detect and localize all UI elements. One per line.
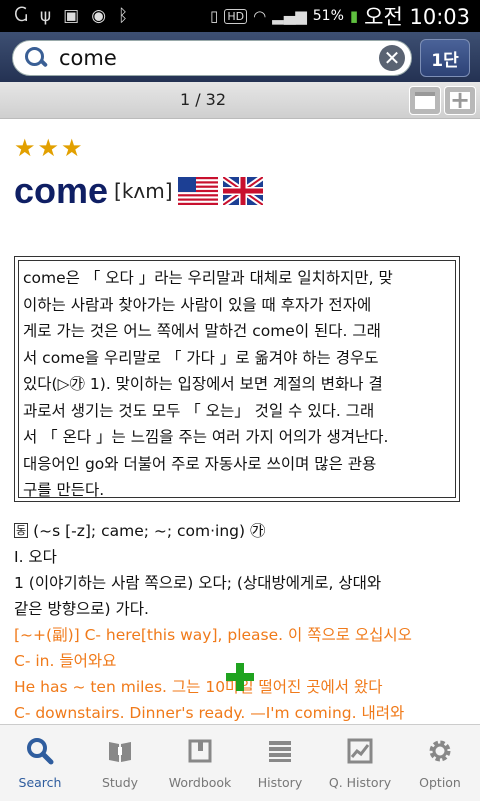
- signal-icon: ▂▄▆: [272, 7, 307, 25]
- search-input[interactable]: [57, 45, 371, 71]
- usage-note-line: 있다(▷㉮ 1). 맞이하는 입장에서 보면 계절의 변화나 결: [23, 375, 383, 393]
- menu-g-icon: Ⴚ: [14, 5, 28, 26]
- book-icon: [109, 742, 131, 762]
- usage-note-line: 이하는 사람과 찾아가는 사람이 있을 때 후자가 전자에: [23, 295, 372, 314]
- vibrate-icon: ▯: [210, 7, 219, 25]
- chart-icon: [347, 738, 373, 764]
- pager-bar: 1 / 32 +: [0, 82, 480, 119]
- headword-row: come [kʌm]: [14, 170, 263, 212]
- headword: come: [14, 170, 109, 211]
- sense-1-line: 1 (이야기하는 사람 쪽으로) 오다; (상대방에게로, 상대와: [14, 574, 382, 592]
- hd-icon: HD: [224, 8, 248, 24]
- clear-icon[interactable]: ✕: [379, 45, 405, 71]
- nav-label: Search: [18, 775, 62, 790]
- battery-percent: 51%: [312, 8, 344, 24]
- inflection-line: 동 (~s [-z]; came; ~; com·ing) ㉮: [14, 518, 474, 544]
- nav-study[interactable]: Study: [80, 725, 160, 801]
- example-line[interactable]: [~+(副)] C- here[this way], please. 이 쪽으로…: [14, 622, 474, 648]
- frequency-stars: ★★★: [14, 134, 85, 162]
- nav-label: Study: [101, 775, 139, 790]
- sense-1-line: 같은 방향으로) 가다.: [14, 600, 149, 618]
- usage-note-line: 과로서 생기는 것도 모두 「 오는」 것일 수 있다. 그래: [23, 401, 375, 420]
- definition-block: 동 (~s [-z]; came; ~; com·ing) ㉮ Ⅰ. 오다 1 …: [14, 518, 474, 724]
- search-icon: [27, 738, 54, 765]
- nav-label: Option: [419, 775, 461, 790]
- usage-note-line: 서 「 온다 」는 느낌을 주는 여러 가지 어의가 생겨난다.: [23, 428, 389, 446]
- usage-note-box: come은 「 오다 」라는 우리말과 대체로 일치하지만, 맞 이하는 사람과…: [14, 256, 460, 502]
- status-bar: Ⴚ ψ ▣ ◉ ᛒ ▯ HD ◠ ▂▄▆ 51% ▮ 오전 10:03: [0, 0, 480, 32]
- search-box[interactable]: ✕: [12, 40, 412, 76]
- gear-icon: [429, 740, 451, 762]
- usage-note: come은 「 오다 」라는 우리말과 대체로 일치하지만, 맞 이하는 사람과…: [18, 260, 456, 499]
- nav-label: Wordbook: [168, 775, 232, 790]
- sense-header: Ⅰ. 오다: [14, 548, 57, 566]
- usage-note-line: 구를 만든다.: [23, 481, 105, 499]
- nav-option[interactable]: Option: [400, 725, 480, 801]
- image-icon: ▣: [63, 5, 80, 26]
- usage-note-line: 게로 가는 것은 어느 쪽에서 말하건 come이 된다. 그래: [23, 322, 381, 340]
- search-header: ✕ 1단: [0, 32, 480, 82]
- add-wordbook-button[interactable]: +: [444, 86, 476, 115]
- nav-label: Q. History: [328, 775, 392, 790]
- search-icon: [23, 45, 49, 71]
- us-flag-icon[interactable]: [177, 177, 218, 205]
- usage-note-line: 서 come을 우리말로 「 가다 」로 옮겨야 하는 경우도: [23, 348, 379, 367]
- nav-label: History: [257, 775, 303, 790]
- inflection: (~s [-z]; came; ~; com·ing) ㉮: [33, 522, 266, 540]
- pos-badge: 동: [14, 523, 29, 538]
- clock: 오전 10:03: [364, 5, 470, 29]
- nav-q-history[interactable]: Q. History: [320, 725, 400, 801]
- history-icon: [269, 741, 291, 762]
- eye-icon: ◉: [91, 5, 107, 26]
- wifi-icon: ◠: [253, 7, 267, 25]
- uk-flag-icon[interactable]: [222, 177, 263, 205]
- usage-note-line: 대응어인 go와 더불어 주로 자동사로 쓰이며 많은 관용: [23, 454, 377, 473]
- nav-wordbook[interactable]: Wordbook: [160, 725, 240, 801]
- nav-search[interactable]: Search: [0, 725, 80, 801]
- nav-history[interactable]: History: [240, 725, 320, 801]
- battery-icon: ▮: [349, 7, 359, 25]
- level-button[interactable]: 1단: [420, 39, 470, 77]
- example-line[interactable]: C- downstairs. Dinner's ready. —I'm comi…: [14, 700, 474, 724]
- add-plus-icon[interactable]: [226, 663, 254, 691]
- pronunciation: [kʌm]: [114, 179, 173, 203]
- bottom-navigation: Search Study Wordbook History Q. History: [0, 724, 480, 801]
- page-indicator: 1 / 32: [179, 90, 227, 109]
- usb-icon: ψ: [39, 5, 52, 26]
- usage-note-line: come은 「 오다 」라는 우리말과 대체로 일치하지만, 맞: [23, 269, 393, 287]
- bluetooth-icon: ᛒ: [118, 5, 129, 26]
- wordbook-icon: [188, 739, 212, 763]
- view-mode-button[interactable]: [409, 86, 441, 115]
- entry-content[interactable]: ★★★ come [kʌm] come은 「 오다 」라는 우리말과 대체로 일…: [0, 118, 480, 724]
